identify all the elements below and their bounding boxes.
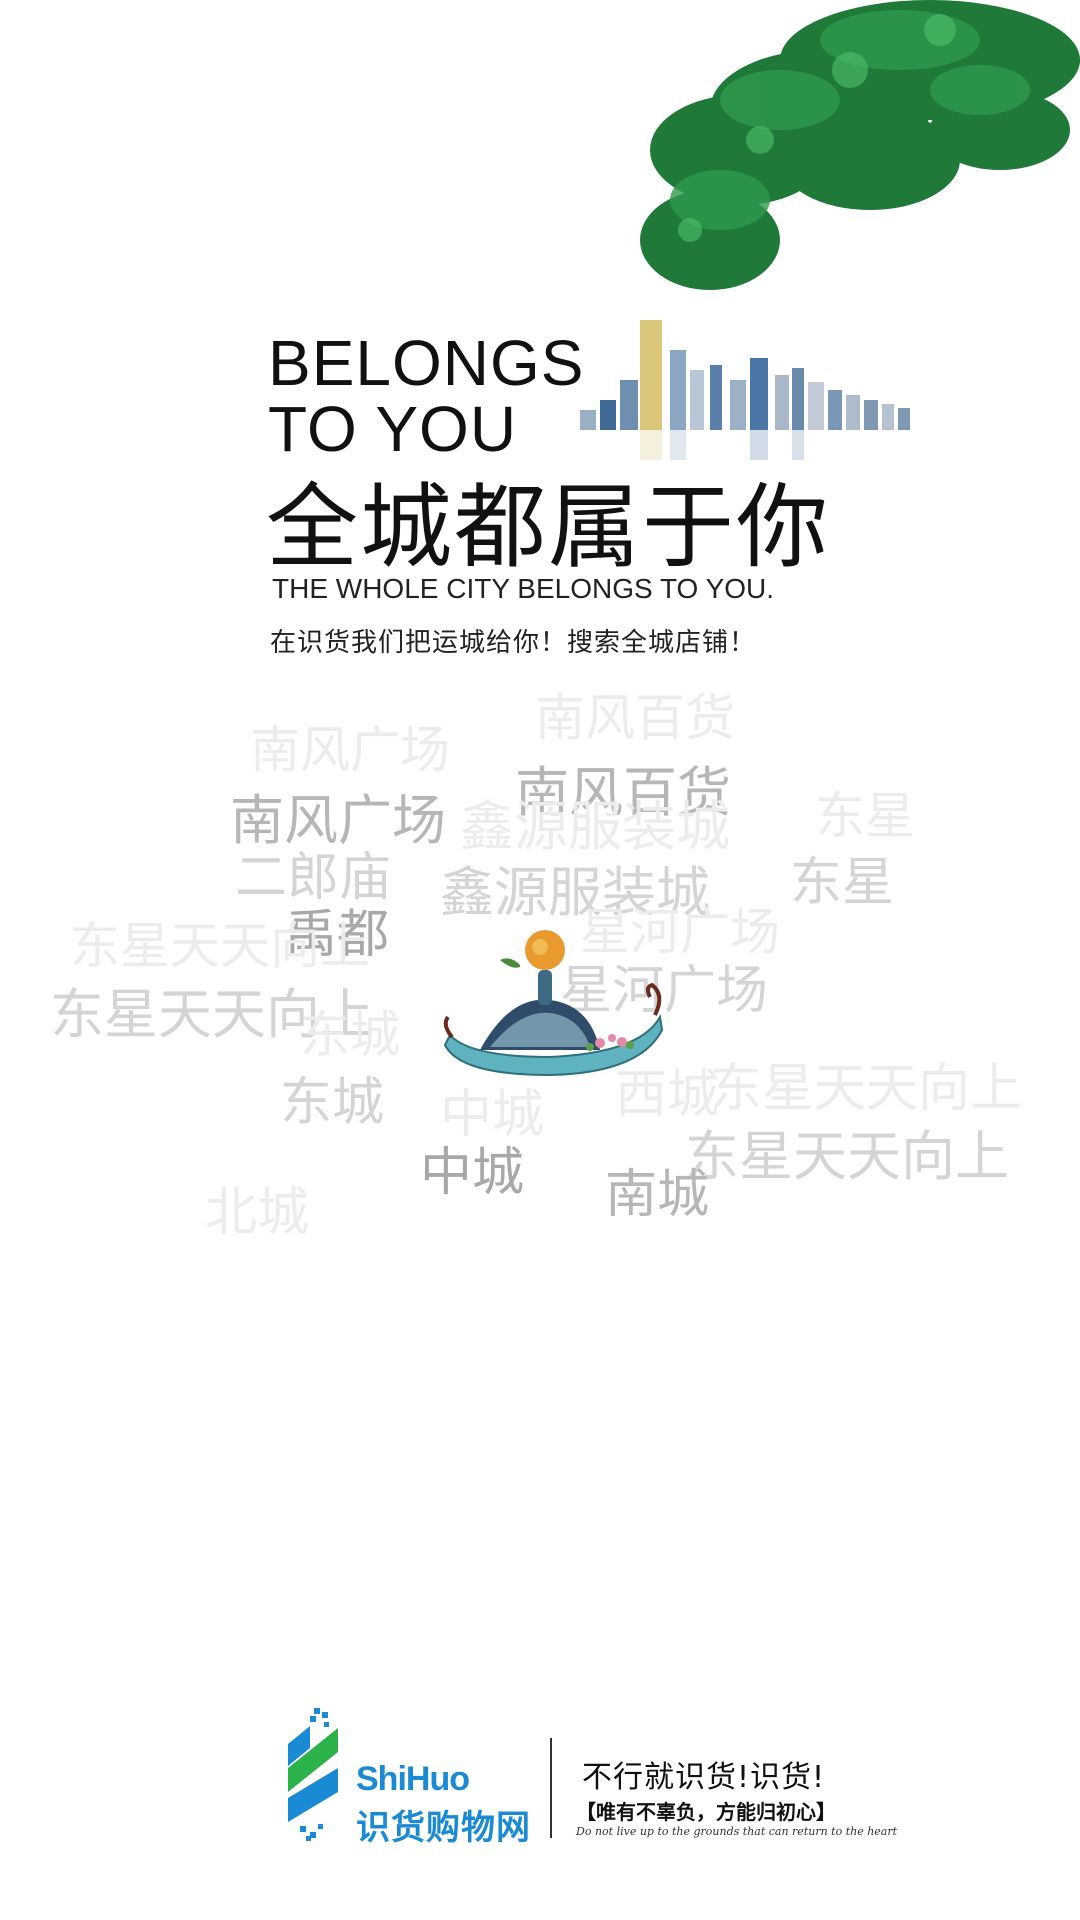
hero-chinese-subtitle: 在识货我们把运城给你！搜索全城店铺！ (270, 628, 757, 658)
tree-branch-image (640, 0, 1080, 290)
cloud-word: 东城 (280, 1073, 385, 1133)
cloud-word: 东星 (815, 787, 915, 845)
cloud-word: 南城 (605, 1165, 710, 1225)
cloud-word: 东城 (300, 1006, 400, 1064)
hero-en-line1: BELONGS (268, 327, 585, 399)
brand-chinese-name: 识货购物网 (356, 1808, 531, 1848)
cloud-word: 南风广场 (250, 721, 450, 779)
cloud-word: 中城 (420, 1143, 525, 1203)
girl-in-boat-illustration (443, 930, 664, 1077)
brand-english-name: ShiHuo (356, 1760, 470, 1798)
hero-english-subtitle: THE WHOLE CITY BELONGS TO YOU. (272, 573, 775, 604)
footer-divider (550, 1738, 552, 1838)
cloud-word: 北城 (205, 1183, 310, 1243)
cloud-word: 东星天天向上 (685, 1125, 1009, 1188)
footer-slogan: 不行就识货!识货! (582, 1760, 826, 1795)
cloud-word: 南风百货 (535, 689, 735, 747)
hero-en-line2: TO YOU (268, 393, 518, 465)
shihuo-logo-icon (288, 1708, 338, 1841)
hero-chinese-title: 全城都属于你 (266, 474, 831, 581)
footer-branding: ShiHuo 识货购物网 不行就识货!识货! 【唯有不辜负，方能归初心】 Do … (280, 1700, 897, 1850)
cloud-word: 东星天天向上 (70, 917, 370, 975)
hero-english-title: BELONGS TO YOU (268, 330, 584, 462)
city-skyline-image (580, 320, 910, 460)
footer-motto-english: Do not live up to the grounds that can r… (576, 1825, 898, 1838)
cloud-word: 东星 (790, 853, 895, 913)
cloud-word: 东星天天向上 (710, 1059, 1023, 1119)
footer-motto: 【唯有不辜负，方能归初心】 (576, 1800, 836, 1824)
